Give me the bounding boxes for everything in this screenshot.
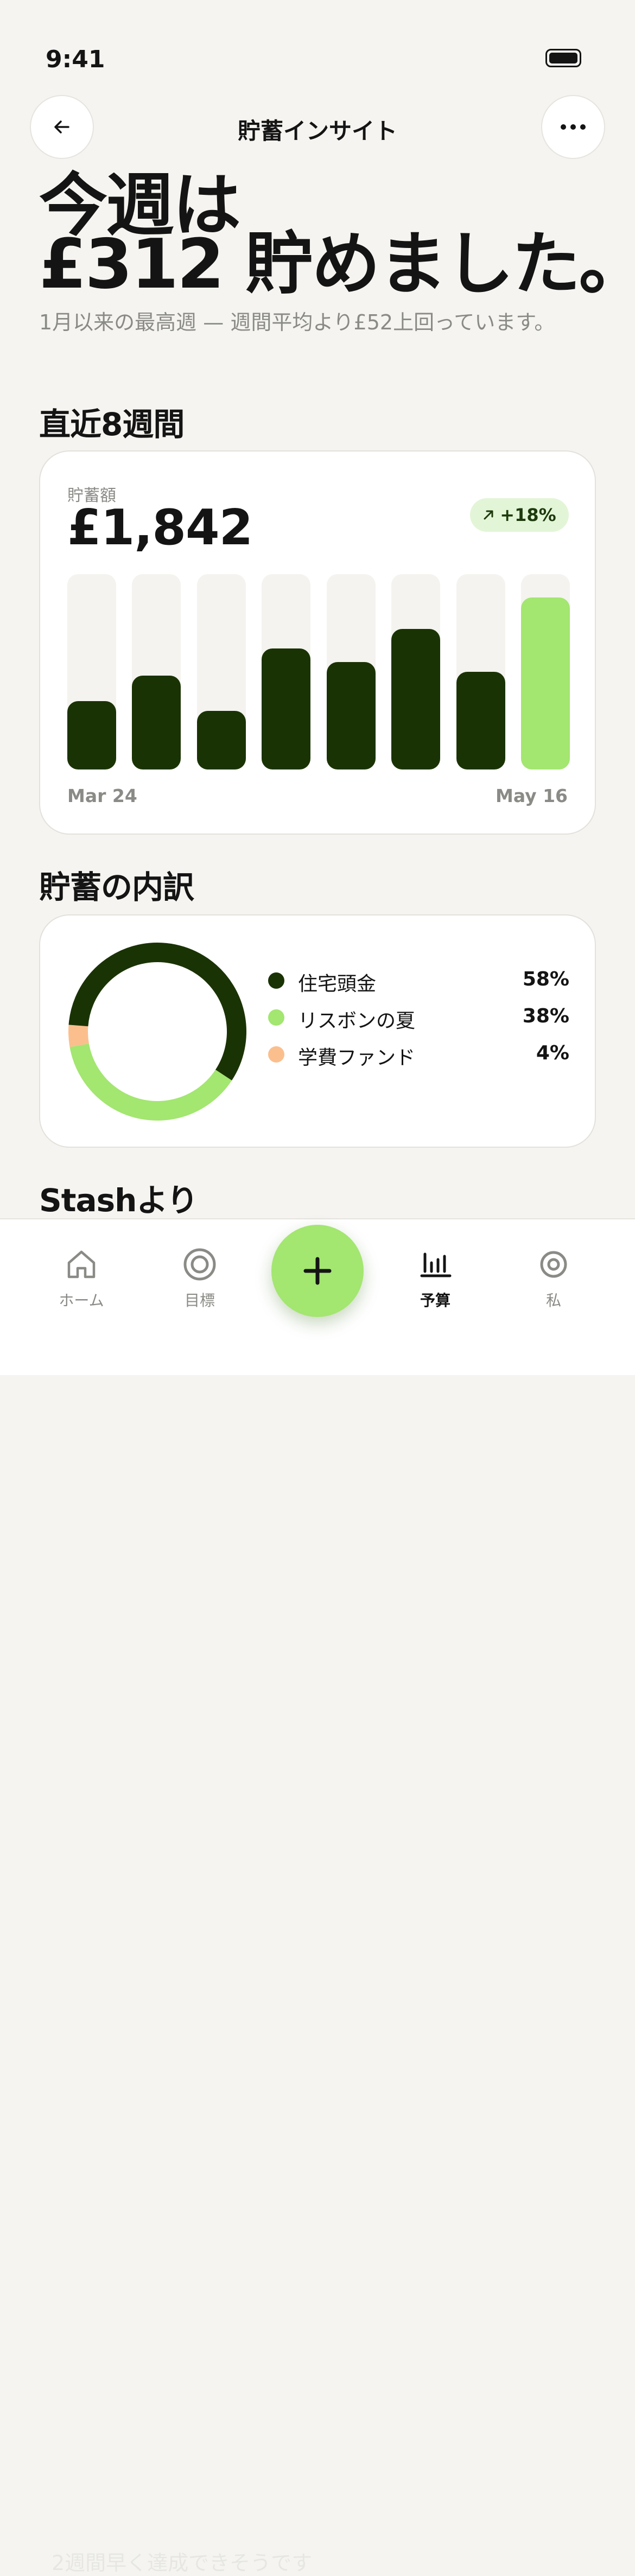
bar-track: [262, 574, 311, 769]
bar-track: [456, 574, 505, 769]
bar-track: [67, 574, 116, 769]
tab-label: 私: [545, 1292, 561, 1309]
battery-icon: [545, 49, 581, 67]
legend-dot: [268, 1009, 284, 1026]
donut-segment: [68, 943, 246, 1121]
bar: [67, 701, 116, 769]
x-axis-end-label: May 16: [495, 785, 568, 806]
legend-dot: [268, 1046, 284, 1063]
hero-line-2: £312 貯めました。: [39, 224, 635, 304]
legend-name: 学費ファンド: [298, 1047, 416, 1069]
change-value: +18%: [500, 505, 556, 525]
bar: [391, 629, 441, 769]
breakdown-card[interactable]: 住宅頭金 58% リスボンの夏 38% 学費ファンド 4%: [39, 914, 596, 1148]
bar-track: [326, 574, 376, 769]
weekly-savings-card[interactable]: 貯蓄額 £1,842 +18% Mar 24 May 16: [39, 450, 596, 835]
trend-up-icon: [484, 510, 493, 520]
more-icon: [561, 124, 586, 130]
bar: [196, 711, 246, 769]
bar-track: [132, 574, 181, 769]
donut-segment: [68, 943, 246, 1121]
bar: [326, 662, 376, 769]
tab-me[interactable]: 私: [505, 1246, 602, 1311]
donut-chart: [68, 943, 246, 1121]
status-bar: 9:41: [0, 0, 635, 81]
x-axis-start-label: Mar 24: [67, 785, 137, 806]
tab-budget[interactable]: 予算: [386, 1246, 484, 1311]
legend-percent: 38%: [522, 1005, 569, 1027]
breakdown-legend: 住宅頭金 58% リスボンの夏 38% 学費ファンド 4%: [268, 967, 569, 1078]
tab-label: ホーム: [59, 1292, 104, 1309]
home-icon: [67, 1250, 96, 1279]
hero-subtitle: 1月以来の最高週 — 週間平均より£52上回っています。: [39, 310, 555, 334]
legend-item: リスボンの夏 38%: [268, 1004, 569, 1041]
tab-goals[interactable]: 目標: [151, 1246, 249, 1311]
add-button[interactable]: [271, 1225, 364, 1317]
hero-headline: 今週は £312 貯めました。: [39, 171, 635, 304]
tab-label: 目標: [184, 1292, 215, 1309]
legend-item: 住宅頭金 58%: [268, 967, 569, 1004]
legend-name: 住宅頭金: [298, 973, 377, 995]
bar-track: [391, 574, 441, 769]
bar-chart-icon: [420, 1252, 452, 1277]
tip-text-behind-tabbar: 2週間早く達成できそうです: [52, 2551, 313, 2575]
bar-current-week: [521, 597, 570, 769]
tips-section-title: Stashより: [39, 1182, 198, 1219]
bar-track: [521, 574, 570, 769]
legend-percent: 58%: [522, 968, 569, 990]
tab-home[interactable]: ホーム: [33, 1246, 130, 1311]
legend-name: リスボンの夏: [298, 1010, 416, 1032]
legend-item: 学費ファンド 4%: [268, 1041, 569, 1078]
donut-segment: [68, 943, 246, 1121]
legend-percent: 4%: [536, 1042, 569, 1064]
change-badge: +18%: [470, 498, 569, 532]
plus-icon: [303, 1257, 332, 1285]
weekly-section-title: 直近8週間: [39, 406, 185, 443]
target-icon: [183, 1248, 216, 1281]
bar: [456, 672, 505, 769]
tab-label: 予算: [420, 1292, 450, 1309]
breakdown-section-title: 貯蓄の内訳: [39, 869, 194, 906]
bar: [262, 648, 311, 769]
status-time: 9:41: [46, 46, 105, 73]
bar: [132, 676, 181, 769]
profile-icon: [540, 1251, 567, 1278]
bar-track: [196, 574, 246, 769]
page-title: 貯蓄インサイト: [237, 118, 397, 144]
savings-total: £1,842: [67, 499, 253, 556]
legend-dot: [268, 972, 284, 989]
more-options-button[interactable]: [541, 95, 605, 159]
bar-chart: [67, 574, 570, 769]
